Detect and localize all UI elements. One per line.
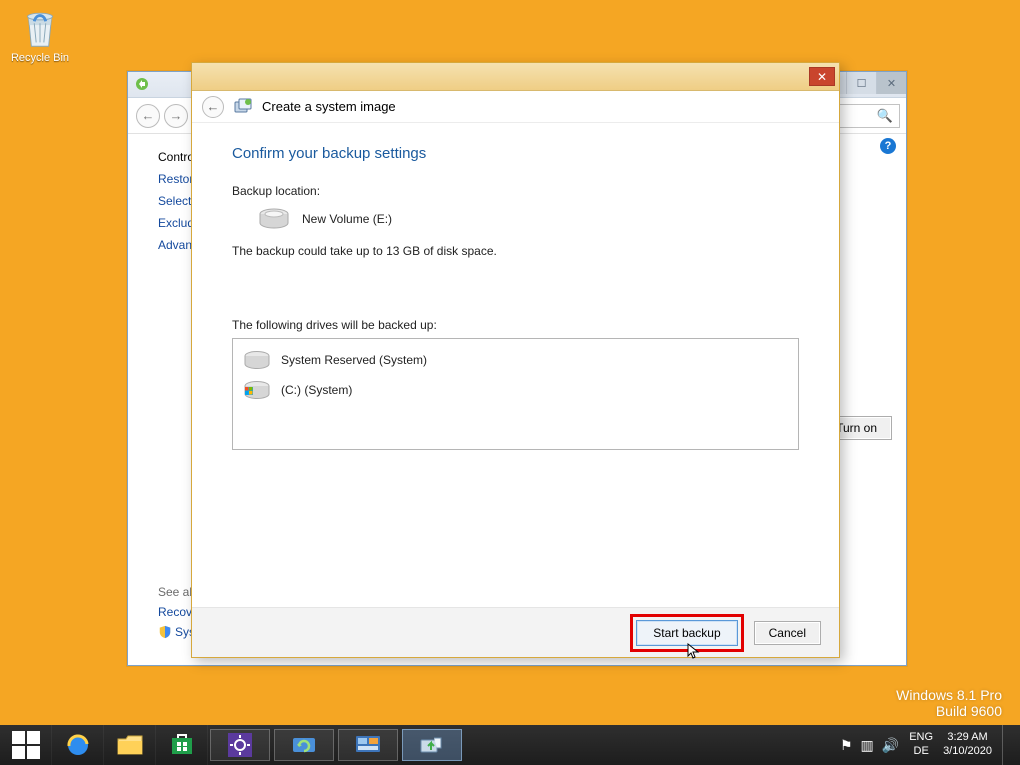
bg-close-button[interactable]: ✕ (876, 72, 906, 94)
drives-list: System Reserved (System) (C:) (System) (232, 338, 799, 450)
drives-label: The following drives will be backed up: (232, 318, 799, 332)
start-backup-highlight: Start backup (630, 614, 743, 652)
windows-logo-icon (12, 731, 40, 759)
dlg-header: ← Create a system image (192, 91, 839, 123)
folder-icon (117, 734, 143, 756)
show-desktop-button[interactable] (1002, 725, 1010, 765)
taskbar-explorer[interactable] (104, 725, 156, 765)
dlg-title: Create a system image (262, 99, 396, 114)
taskbar-ie[interactable] (52, 725, 104, 765)
history-icon (291, 734, 317, 756)
drive-label: System Reserved (System) (281, 353, 427, 367)
recycle-bin-label: Recycle Bin (10, 52, 70, 64)
size-note: The backup could take up to 13 GB of dis… (232, 244, 799, 258)
backup-icon (419, 734, 445, 756)
start-button[interactable] (0, 725, 52, 765)
backup-location-label: Backup location: (232, 184, 799, 198)
hdd-icon (258, 208, 290, 230)
search-icon: 🔍 (877, 108, 893, 124)
watermark-line1: Windows 8.1 Pro (896, 687, 1002, 703)
date: 3/10/2020 (943, 745, 992, 759)
recycle-bin-icon (17, 6, 63, 52)
close-button[interactable]: ✕ (809, 67, 835, 86)
bg-app-icon (134, 76, 150, 92)
backup-location-value: New Volume (E:) (302, 212, 392, 226)
dlg-heading: Confirm your backup settings (232, 145, 799, 162)
dlg-titlebar[interactable]: ✕ (192, 63, 839, 91)
bg-forward-button[interactable]: → (164, 104, 188, 128)
watermark-line2: Build 9600 (896, 703, 1002, 719)
volume-icon[interactable]: 🔊 (882, 737, 899, 754)
drive-label: (C:) (System) (281, 383, 352, 397)
cancel-button[interactable]: Cancel (754, 621, 821, 645)
dlg-footer: Start backup Cancel (192, 607, 839, 657)
system-tray: ⚑ ▥ 🔊 ENG DE 3:29 AM 3/10/2020 (840, 725, 1020, 765)
backup-location-row: New Volume (E:) (258, 208, 799, 230)
clock[interactable]: 3:29 AM 3/10/2020 (943, 731, 992, 759)
taskbar-system-image[interactable] (402, 729, 462, 761)
time: 3:29 AM (943, 731, 992, 745)
help-icon[interactable]: ? (880, 138, 896, 154)
network-icon[interactable]: ▥ (861, 737, 874, 754)
drive-system-reserved[interactable]: System Reserved (System) (241, 345, 790, 375)
shield-icon (158, 625, 172, 639)
taskbar-controlpanel[interactable] (338, 729, 398, 761)
store-icon (169, 732, 195, 758)
back-button[interactable]: ← (202, 96, 224, 118)
system-image-icon (234, 98, 252, 116)
bg-back-button[interactable]: ← (136, 104, 160, 128)
taskbar: ⚑ ▥ 🔊 ENG DE 3:29 AM 3/10/2020 (0, 725, 1020, 765)
recycle-bin[interactable]: Recycle Bin (10, 6, 70, 64)
taskbar-filehistory[interactable] (274, 729, 334, 761)
gear-icon (228, 733, 252, 757)
ie-icon (65, 732, 91, 758)
flag-icon[interactable]: ⚑ (840, 737, 853, 754)
drive-windows-icon (243, 379, 271, 401)
start-backup-button[interactable]: Start backup (636, 620, 737, 646)
create-system-image-dialog: ✕ ← Create a system image Confirm your b… (191, 62, 840, 658)
taskbar-store[interactable] (156, 725, 208, 765)
taskbar-settings[interactable] (210, 729, 270, 761)
control-panel-icon (355, 734, 381, 756)
drive-c[interactable]: (C:) (System) (241, 375, 790, 405)
language-switcher[interactable]: ENG DE (909, 731, 933, 759)
watermark: Windows 8.1 Pro Build 9600 (896, 687, 1002, 719)
drive-icon (243, 349, 271, 371)
bg-maximize-button[interactable]: ☐ (846, 72, 876, 94)
cursor-icon (687, 643, 701, 661)
